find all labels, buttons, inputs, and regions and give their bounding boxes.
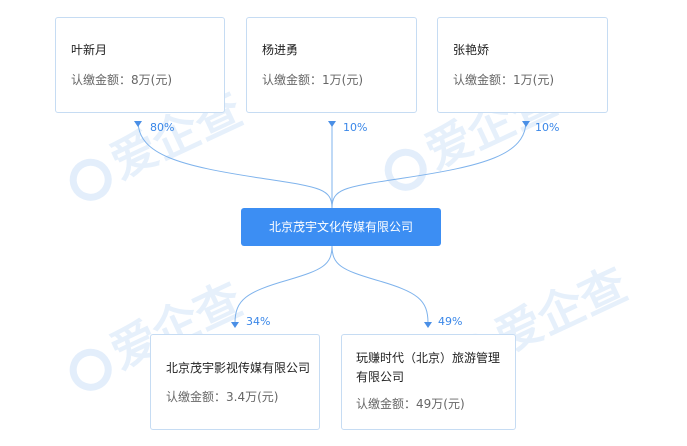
shareholder-amount: 认缴金额：8万(元): [71, 73, 172, 87]
shareholder-percent-2: 10%: [343, 121, 368, 134]
shareholder-name: 杨进勇: [262, 43, 299, 57]
investment-percent-1: 34%: [246, 315, 271, 328]
shareholder-amount: 认缴金额：1万(元): [262, 73, 363, 87]
investment-card-2[interactable]: 玩赚时代（北京）旅游管理有限公司 认缴金额：49万(元): [341, 334, 516, 430]
investment-percent-2: 49%: [438, 315, 463, 328]
investment-name: 北京茂宇影视传媒有限公司: [166, 361, 311, 375]
shareholder-card-1[interactable]: 叶新月 认缴金额：8万(元): [55, 17, 225, 113]
arrow-icon: [231, 322, 239, 328]
shareholder-name: 叶新月: [71, 43, 108, 57]
edge-shareholder-3: [331, 120, 527, 209]
shareholder-percent-1: 80%: [150, 121, 175, 134]
equity-structure-diagram: 爱企查 爱企查 爱企查 爱企查 叶新月 认缴金额：8万(元) 杨进勇 认缴金额：…: [0, 0, 687, 446]
investment-amount: 认缴金额：3.4万(元): [166, 390, 279, 404]
arrow-icon: [328, 121, 336, 127]
edge-investment-1: [234, 245, 333, 324]
investment-name: 玩赚时代（北京）旅游管理有限公司: [356, 351, 501, 384]
shareholder-name: 张艳娇: [453, 43, 490, 57]
arrow-icon: [424, 322, 432, 328]
shareholder-percent-3: 10%: [535, 121, 560, 134]
arrow-icon: [134, 121, 142, 127]
investment-amount: 认缴金额：49万(元): [356, 397, 465, 411]
shareholder-card-2[interactable]: 杨进勇 认缴金额：1万(元): [246, 17, 417, 113]
investment-card-1[interactable]: 北京茂宇影视传媒有限公司 认缴金额：3.4万(元): [150, 334, 320, 430]
shareholder-card-3[interactable]: 张艳娇 认缴金额：1万(元): [437, 17, 608, 113]
main-company-node[interactable]: 北京茂宇文化传媒有限公司: [241, 208, 441, 246]
edge-shareholder-1: [137, 120, 333, 209]
shareholder-amount: 认缴金额：1万(元): [453, 73, 554, 87]
arrow-icon: [522, 121, 530, 127]
edge-investment-2: [331, 245, 429, 324]
